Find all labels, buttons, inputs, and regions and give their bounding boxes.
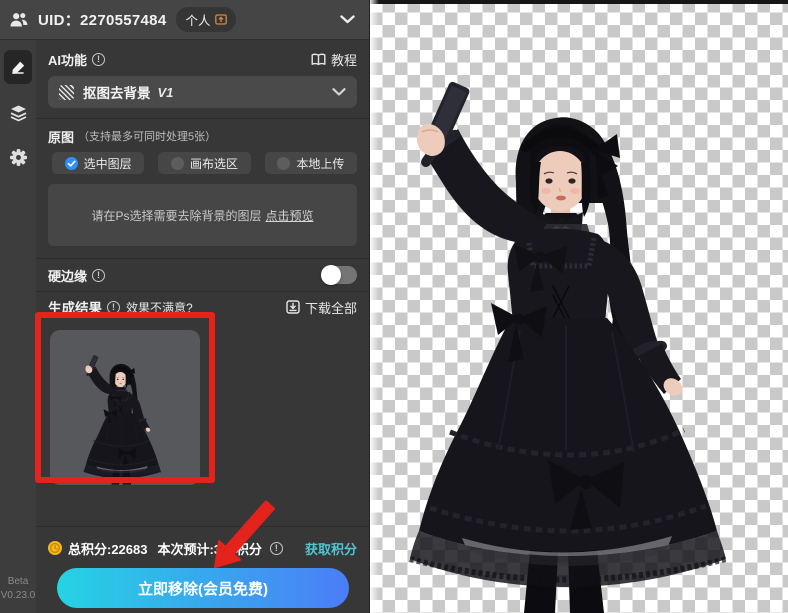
picker-placeholder: 请在Ps选择需要去除背景的图层: [91, 208, 262, 223]
hard-edge-toggle-off[interactable]: [321, 265, 357, 285]
option-selected-layer[interactable]: 选中图层: [52, 152, 145, 174]
option-canvas-selection[interactable]: 画布选区: [158, 152, 251, 174]
feature-version: V1: [157, 84, 174, 100]
account-bar[interactable]: UID：2270557484 个人: [0, 0, 369, 40]
user-icon: [9, 11, 29, 29]
check-circle-icon: [64, 156, 78, 170]
plan-badge-label: 个人: [185, 14, 211, 28]
plan-upgrade-icon: [215, 14, 228, 25]
chevron-down-icon: [332, 88, 346, 96]
chevron-down-icon[interactable]: [340, 15, 355, 24]
option-label: 画布选区: [189, 156, 238, 171]
sidebar-item-edit[interactable]: [4, 50, 32, 84]
result-thumbnail[interactable]: [50, 330, 200, 485]
info-icon[interactable]: [107, 300, 120, 314]
tutorial-label: 教程: [330, 52, 357, 68]
results-section-title: 生成结果: [48, 301, 102, 316]
estimate-label: 本次预计:3~6积分: [157, 541, 262, 557]
info-icon[interactable]: [92, 268, 106, 282]
download-all-button[interactable]: 下载全部: [286, 298, 357, 317]
layer-picker-box[interactable]: 请在Ps选择需要去除背景的图层 点击预览: [48, 184, 357, 246]
uid-label: UID：2270557484: [38, 12, 167, 29]
edit-pencil-icon: [10, 59, 27, 76]
app-window: UID：2270557484 个人 Beta V0.23.0 AI功能 ! 教程…: [0, 0, 788, 613]
ai-section-title: AI功能: [48, 52, 88, 68]
download-all-label: 下载全部: [304, 300, 357, 316]
sidebar-item-layers[interactable]: [4, 98, 32, 128]
settings-gear-icon: [9, 148, 28, 167]
layers-icon: [9, 104, 28, 122]
divider: [36, 291, 369, 292]
download-icon: [286, 300, 300, 314]
book-icon: [311, 53, 326, 66]
result-thumbnail-image: [74, 335, 176, 485]
sidebar-item-settings[interactable]: [4, 142, 32, 172]
source-section-title: 原图: [48, 129, 75, 145]
toggle-knob: [321, 265, 341, 285]
version-label: Beta V0.23.0: [0, 575, 36, 603]
cutout-photo: [370, 0, 788, 613]
feature-dropdown[interactable]: 抠图去背景 V1: [48, 76, 357, 108]
feature-name: 抠图去背景: [83, 86, 151, 101]
preview-link[interactable]: 点击预览: [266, 207, 314, 224]
plan-badge: 个人: [176, 7, 237, 32]
hatch-feature-icon: [59, 84, 74, 100]
tutorial-button[interactable]: 教程: [311, 50, 357, 69]
version-text: V0.23.0: [0, 590, 36, 601]
divider: [36, 526, 369, 527]
divider: [36, 118, 369, 119]
source-hint: （支持最多可同时处理5张）: [78, 131, 217, 143]
option-label: 本地上传: [296, 156, 345, 171]
source-options: 选中图层 画布选区 本地上传: [52, 152, 357, 174]
hard-edge-label: 硬边缘: [48, 268, 88, 284]
canvas-area: [370, 0, 788, 613]
total-points-label: 总积分:22683: [68, 541, 148, 557]
get-points-link[interactable]: 获取积分: [305, 539, 357, 558]
info-icon[interactable]: [92, 52, 106, 66]
feedback-link[interactable]: 效果不满意?: [126, 299, 193, 316]
option-local-upload[interactable]: 本地上传: [264, 152, 357, 174]
radio-icon: [170, 156, 184, 170]
panel-main: AI功能 教程 抠图去背景 V: [36, 40, 369, 613]
radio-icon: [277, 156, 291, 170]
option-label: 选中图层: [83, 156, 132, 171]
remove-now-button[interactable]: 立即移除(会员免费): [57, 568, 349, 608]
info-icon[interactable]: [269, 541, 283, 555]
sidebar: Beta V0.23.0: [0, 40, 36, 613]
plugin-panel: UID：2270557484 个人 Beta V0.23.0 AI功能 ! 教程…: [0, 0, 370, 613]
beta-text: Beta: [7, 576, 29, 587]
coin-icon: [48, 541, 62, 555]
